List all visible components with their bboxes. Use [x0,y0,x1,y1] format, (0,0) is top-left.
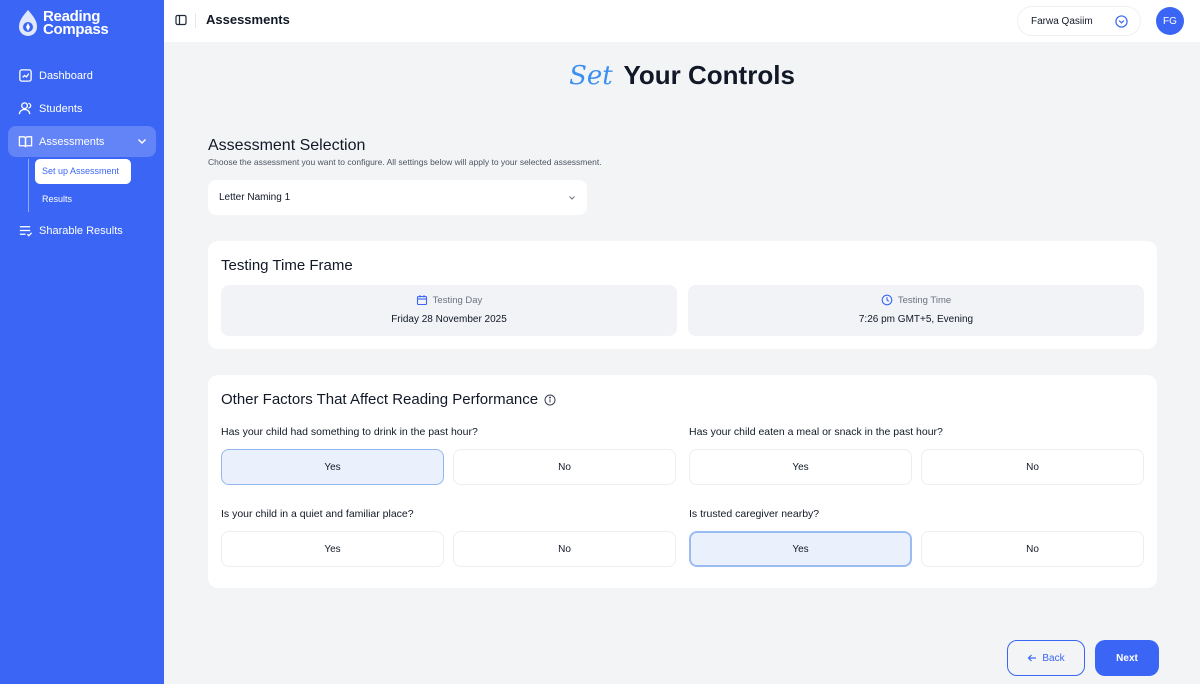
page-title: Assessments [206,12,290,27]
question-meal: Has your child eaten a meal or snack in … [689,426,943,438]
drink-yes-option[interactable]: Yes [221,449,444,485]
sidebar-item-students[interactable]: Students [8,93,156,124]
book-icon [18,136,33,148]
hero-rest: Your Controls [623,60,795,90]
meal-yes-option[interactable]: Yes [689,449,912,485]
calendar-icon [416,295,427,306]
assessment-select[interactable]: Letter Naming 1 [208,180,587,215]
testing-time-frame-card: Testing Time Frame Testing Day Friday 28… [208,241,1157,349]
meal-no-option[interactable]: No [921,449,1144,485]
back-button[interactable]: Back [1007,640,1085,676]
quiet-place-yes-option[interactable]: Yes [221,531,444,567]
section-title-assessment-selection: Assessment Selection [208,137,366,154]
users-icon [18,102,32,115]
testing-time-box: Testing Time 7:26 pm GMT+5, Evening [688,285,1144,336]
assessment-select-value: Letter Naming 1 [219,192,291,203]
sidebar-item-dashboard[interactable]: Dashboard [8,60,156,91]
card-title: Testing Time Frame [221,257,353,274]
testing-day-box: Testing Day Friday 28 November 2025 [221,285,677,336]
sidebar-subitem-results[interactable]: Results [35,187,131,212]
question-quiet-place: Is your child in a quiet and familiar pl… [221,508,414,520]
top-header: Assessments Farwa Qasiim FG [164,0,1200,42]
sidebar-item-label: Dashboard [39,69,93,82]
sidebar-subitem-setup[interactable]: Set up Assessment [35,159,131,184]
list-check-icon [19,226,33,237]
avatar[interactable]: FG [1156,7,1184,35]
user-menu[interactable]: Farwa Qasiim [1017,6,1141,36]
chevron-down-circle-icon [1115,15,1128,28]
sidebar: Reading Compass Dashboard Students Asses… [0,0,164,684]
section-subtitle: Choose the assessment you want to config… [208,157,602,167]
question-caregiver: Is trusted caregiver nearby? [689,508,820,520]
header-divider [195,13,196,28]
back-button-label: Back [1042,652,1065,664]
hero-title: Set Your Controls [164,60,1200,91]
testing-time-label: Testing Time [897,294,952,306]
sidebar-item-label: Sharable Results [39,224,123,237]
brand-line-2: Compass [43,21,109,38]
user-name: Farwa Qasiim [1031,15,1093,27]
chevron-down-icon[interactable] [136,135,148,147]
brand-logo[interactable]: Reading Compass [16,8,109,38]
next-button[interactable]: Next [1095,640,1159,676]
info-icon[interactable] [544,394,556,406]
caregiver-yes-option[interactable]: Yes [689,531,912,567]
testing-time-value: 7:26 pm GMT+5, Evening [858,314,974,325]
chevron-down-icon [569,196,575,200]
card-title: Other Factors That Affect Reading Perfor… [221,391,556,408]
caregiver-no-option[interactable]: No [921,531,1144,567]
question-drink: Has your child had something to drink in… [221,426,478,438]
quiet-place-no-option[interactable]: No [453,531,676,567]
assessments-subnav: Set up Assessment Results [28,159,156,212]
clock-icon [881,294,893,306]
drink-no-option[interactable]: No [453,449,676,485]
sidebar-item-label: Assessments [39,135,105,148]
sidebar-item-assessments[interactable]: Assessments [8,126,156,157]
hero-accent: Set [569,61,613,91]
testing-day-label: Testing Day [432,294,483,306]
reading-factors-card: Other Factors That Affect Reading Perfor… [208,375,1157,588]
compass-logo-icon [19,10,37,36]
arrow-left-icon [1028,654,1037,662]
sidebar-item-label: Students [39,102,83,115]
sidebar-toggle-icon[interactable] [175,14,187,26]
sidebar-item-sharable-results[interactable]: Sharable Results [8,215,156,246]
card-title-text: Other Factors That Affect Reading Perfor… [221,391,539,408]
sidebar-nav: Dashboard Students Assessments Set up As… [8,60,156,248]
dashboard-icon [19,69,32,82]
testing-day-value: Friday 28 November 2025 [391,314,507,325]
